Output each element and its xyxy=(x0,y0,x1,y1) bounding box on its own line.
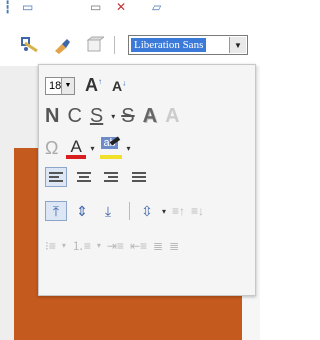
increase-paragraph-spacing-icon[interactable]: ≡↑ xyxy=(172,204,185,218)
line-spacing-icon: ⇳ xyxy=(141,202,153,219)
font-name-value: Liberation Sans xyxy=(131,38,207,52)
alignment-row xyxy=(45,167,157,187)
align-left-button[interactable] xyxy=(45,167,67,187)
decrease-font-label: A xyxy=(112,77,123,94)
promote-icon[interactable]: ≣ xyxy=(153,239,163,253)
chevron-down-icon: ▼ xyxy=(234,40,242,50)
font-color-dropdown-icon[interactable]: ▾ xyxy=(90,144,94,153)
arrow-up-icon: ↑ xyxy=(98,77,102,86)
justify-button[interactable] xyxy=(129,167,151,187)
box-partial-icon[interactable]: ▭ xyxy=(90,0,101,14)
italic-button[interactable]: C xyxy=(67,105,81,128)
format-paint-partial-icon[interactable]: ▭ xyxy=(22,0,33,14)
underline-dropdown-icon[interactable]: ▾ xyxy=(111,112,115,121)
font-name-dropdown-button[interactable]: ▼ xyxy=(229,37,246,53)
font-color-letter: A xyxy=(70,137,82,156)
numbered-list-dropdown-icon[interactable]: ▾ xyxy=(97,241,101,250)
align-bottom-icon: ⤓ xyxy=(104,202,112,219)
line-spacing-button[interactable]: ⇳ xyxy=(136,201,158,221)
box-icon[interactable] xyxy=(82,34,106,56)
chevron-down-icon: ▼ xyxy=(64,82,72,89)
color-row: Ω A ▾ ab ▾ xyxy=(45,136,137,159)
demote-icon[interactable]: ≣ xyxy=(169,239,179,253)
font-size-combobox[interactable]: 18 ▼ xyxy=(45,76,75,95)
line-spacing-dropdown-icon[interactable]: ▾ xyxy=(162,207,166,216)
text-format-row: N C S ▾ S A A xyxy=(45,105,188,128)
partial-toolbar-icon[interactable]: ┇ xyxy=(4,0,11,14)
align-top-button[interactable]: ⤒ xyxy=(45,201,67,221)
outline-button[interactable]: A xyxy=(165,105,179,128)
clear-formatting-icon[interactable] xyxy=(18,34,42,56)
font-size-value: 18 xyxy=(49,79,62,92)
strikethrough-button[interactable]: S xyxy=(121,105,134,128)
highlight-dropdown-icon[interactable]: ▾ xyxy=(126,144,130,153)
highlight-color-button[interactable]: ab xyxy=(100,136,123,159)
font-color-swatch xyxy=(66,155,87,159)
font-name-combobox[interactable]: Liberation Sans ▼ xyxy=(128,35,248,55)
highlight-color-swatch xyxy=(100,155,123,159)
font-size-dropdown-button[interactable]: ▼ xyxy=(61,77,74,94)
align-middle-button[interactable]: ⇕ xyxy=(71,201,93,221)
formatting-panel: 18 ▼ A↑ A↓ N C S ▾ S A A Ω A ▾ ab xyxy=(38,64,256,296)
shadow-button[interactable]: A xyxy=(143,105,157,128)
bold-button[interactable]: N xyxy=(45,105,59,128)
decrease-indent-icon[interactable]: ⇤≡ xyxy=(130,239,147,253)
increase-indent-icon[interactable]: ⇥≡ xyxy=(107,239,124,253)
align-right-button[interactable] xyxy=(101,167,123,187)
numbered-list-icon[interactable]: ⒈≡ xyxy=(72,237,91,254)
align-center-button[interactable] xyxy=(73,167,95,187)
increase-font-label: A xyxy=(85,75,98,95)
underline-button[interactable]: S xyxy=(90,105,103,128)
paint-brush-icon[interactable] xyxy=(50,34,74,56)
special-character-button[interactable]: Ω xyxy=(45,138,58,159)
decrease-paragraph-spacing-icon[interactable]: ≡↓ xyxy=(191,204,204,218)
arrow-down-icon: ↓ xyxy=(122,77,127,87)
decrease-font-button[interactable]: A↓ xyxy=(112,78,126,94)
font-size-row: 18 ▼ A↑ A↓ xyxy=(45,75,126,96)
top-toolbar-strip xyxy=(0,0,260,24)
toolbar-separator xyxy=(114,36,115,54)
align-top-icon: ⤒ xyxy=(52,202,60,219)
font-color-button[interactable]: A xyxy=(66,137,87,159)
chart-partial-icon[interactable]: ▱ xyxy=(152,0,161,14)
list-indent-row: ⁝≡ ▾ ⒈≡ ▾ ⇥≡ ⇤≡ ≣ ≣ xyxy=(45,237,185,254)
separator xyxy=(129,202,130,220)
increase-font-button[interactable]: A↑ xyxy=(85,75,102,96)
delete-partial-icon[interactable]: ✕ xyxy=(116,0,126,14)
align-bottom-button[interactable]: ⤓ xyxy=(97,201,119,221)
align-middle-icon: ⇕ xyxy=(76,202,88,219)
vertical-align-row: ⤒ ⇕ ⤓ ⇳ ▾ ≡↑ ≡↓ xyxy=(45,201,210,221)
bullet-list-dropdown-icon[interactable]: ▾ xyxy=(62,241,66,250)
bullet-list-icon[interactable]: ⁝≡ xyxy=(45,239,56,253)
